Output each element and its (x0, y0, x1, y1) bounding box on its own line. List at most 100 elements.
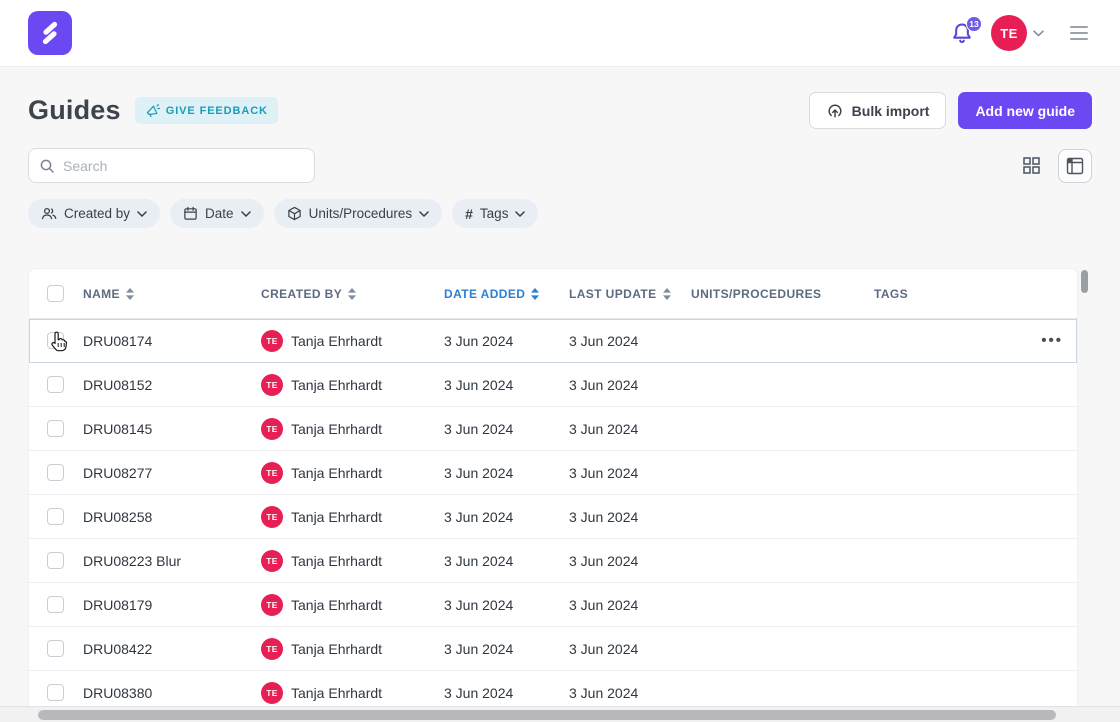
creator-name: Tanja Ehrhardt (291, 641, 382, 657)
creator-avatar: TE (261, 374, 283, 396)
last-update-cell: 3 Jun 2024 (569, 377, 691, 393)
search-box[interactable] (28, 148, 315, 183)
table-row[interactable]: DRU08223 Blur TE Tanja Ehrhardt 3 Jun 20… (29, 539, 1077, 583)
table-row[interactable]: DRU08179 TE Tanja Ehrhardt 3 Jun 2024 3 … (29, 583, 1077, 627)
app-logo[interactable] (28, 11, 72, 55)
select-all-checkbox[interactable] (47, 285, 64, 302)
chevron-down-icon (241, 211, 251, 217)
row-checkbox[interactable] (47, 596, 64, 613)
table-row[interactable]: DRU08145 TE Tanja Ehrhardt 3 Jun 2024 3 … (29, 407, 1077, 451)
hash-icon: # (465, 206, 473, 222)
grid-view-button[interactable] (1014, 149, 1048, 183)
column-label: TAGS (874, 287, 908, 301)
guide-name: DRU08223 Blur (83, 553, 261, 569)
row-checkbox[interactable] (47, 508, 64, 525)
table-row[interactable]: DRU08174 TE Tanja Ehrhardt 3 Jun 2024 3 … (29, 319, 1077, 363)
creator-avatar: TE (261, 462, 283, 484)
last-update-cell: 3 Jun 2024 (569, 333, 691, 349)
chevron-down-icon (515, 211, 525, 217)
page-header: Guides GIVE FEEDBACK Bulk import Add new… (0, 67, 1120, 129)
date-added-cell: 3 Jun 2024 (444, 421, 569, 437)
creator-name: Tanja Ehrhardt (291, 597, 382, 613)
column-label: UNITS/PROCEDURES (691, 287, 821, 301)
add-new-guide-label: Add new guide (975, 103, 1075, 119)
filter-units-procedures[interactable]: Units/Procedures (274, 199, 443, 228)
calendar-icon (183, 206, 198, 221)
table-view-button[interactable] (1058, 149, 1092, 183)
column-header-created-by[interactable]: CREATED BY (261, 287, 444, 301)
table-row[interactable]: DRU08277 TE Tanja Ehrhardt 3 Jun 2024 3 … (29, 451, 1077, 495)
last-update-cell: 3 Jun 2024 (569, 641, 691, 657)
row-checkbox[interactable] (47, 684, 64, 701)
creator-cell: TE Tanja Ehrhardt (261, 330, 444, 352)
creator-name: Tanja Ehrhardt (291, 685, 382, 701)
logo-icon (37, 20, 63, 46)
creator-cell: TE Tanja Ehrhardt (261, 418, 444, 440)
notification-badge: 13 (966, 16, 982, 32)
horizontal-scrollbar[interactable] (38, 710, 1056, 720)
sort-icon (531, 288, 539, 300)
guide-name: DRU08152 (83, 377, 261, 393)
column-header-last-update[interactable]: LAST UPDATE (569, 287, 691, 301)
column-header-name[interactable]: NAME (83, 287, 261, 301)
row-menu-button[interactable]: ••• (1033, 332, 1077, 349)
date-added-cell: 3 Jun 2024 (444, 685, 569, 701)
guide-name: DRU08422 (83, 641, 261, 657)
notifications-button[interactable]: 13 (949, 19, 977, 47)
chevron-down-icon (1033, 30, 1044, 37)
guide-name: DRU08380 (83, 685, 261, 701)
column-label: DATE ADDED (444, 287, 525, 301)
user-menu[interactable]: TE (991, 15, 1044, 51)
creator-cell: TE Tanja Ehrhardt (261, 638, 444, 660)
row-checkbox[interactable] (47, 332, 64, 349)
megaphone-icon (145, 103, 160, 118)
column-header-tags[interactable]: TAGS (874, 287, 1033, 301)
creator-cell: TE Tanja Ehrhardt (261, 462, 444, 484)
creator-cell: TE Tanja Ehrhardt (261, 594, 444, 616)
column-label: NAME (83, 287, 120, 301)
guide-name: DRU08258 (83, 509, 261, 525)
filter-created-by[interactable]: Created by (28, 199, 160, 228)
column-header-units-procedures[interactable]: UNITS/PROCEDURES (691, 287, 874, 301)
date-added-cell: 3 Jun 2024 (444, 465, 569, 481)
guide-name: DRU08145 (83, 421, 261, 437)
creator-cell: TE Tanja Ehrhardt (261, 374, 444, 396)
creator-name: Tanja Ehrhardt (291, 333, 382, 349)
creator-avatar: TE (261, 418, 283, 440)
row-checkbox[interactable] (47, 640, 64, 657)
topbar: 13 TE (0, 0, 1120, 67)
date-added-cell: 3 Jun 2024 (444, 509, 569, 525)
filters-row: Created by Date Units/Procedures # Tags (0, 183, 1120, 228)
creator-name: Tanja Ehrhardt (291, 421, 382, 437)
filter-tags[interactable]: # Tags (452, 199, 538, 228)
filter-label: Date (205, 206, 234, 221)
search-input[interactable] (63, 158, 304, 174)
page-title: Guides (28, 95, 121, 126)
add-new-guide-button[interactable]: Add new guide (958, 92, 1092, 129)
people-icon (41, 206, 57, 221)
search-row (0, 129, 1120, 183)
column-header-date-added[interactable]: DATE ADDED (444, 287, 569, 301)
date-added-cell: 3 Jun 2024 (444, 597, 569, 613)
vertical-scrollbar[interactable] (1081, 270, 1088, 293)
table-view-icon (1066, 157, 1084, 175)
row-checkbox[interactable] (47, 464, 64, 481)
creator-avatar: TE (261, 550, 283, 572)
user-avatar[interactable]: TE (991, 15, 1027, 51)
table-row[interactable]: DRU08152 TE Tanja Ehrhardt 3 Jun 2024 3 … (29, 363, 1077, 407)
bulk-import-button[interactable]: Bulk import (809, 92, 947, 129)
column-label: CREATED BY (261, 287, 342, 301)
row-checkbox[interactable] (47, 552, 64, 569)
guide-name: DRU08277 (83, 465, 261, 481)
filter-date[interactable]: Date (170, 199, 264, 228)
grid-view-icon (1023, 157, 1040, 174)
last-update-cell: 3 Jun 2024 (569, 685, 691, 701)
row-checkbox[interactable] (47, 376, 64, 393)
give-feedback-badge[interactable]: GIVE FEEDBACK (135, 97, 278, 124)
table-row[interactable]: DRU08258 TE Tanja Ehrhardt 3 Jun 2024 3 … (29, 495, 1077, 539)
row-checkbox[interactable] (47, 420, 64, 437)
menu-button[interactable] (1066, 22, 1092, 44)
table-row[interactable]: DRU08422 TE Tanja Ehrhardt 3 Jun 2024 3 … (29, 627, 1077, 671)
last-update-cell: 3 Jun 2024 (569, 597, 691, 613)
filter-label: Created by (64, 206, 130, 221)
